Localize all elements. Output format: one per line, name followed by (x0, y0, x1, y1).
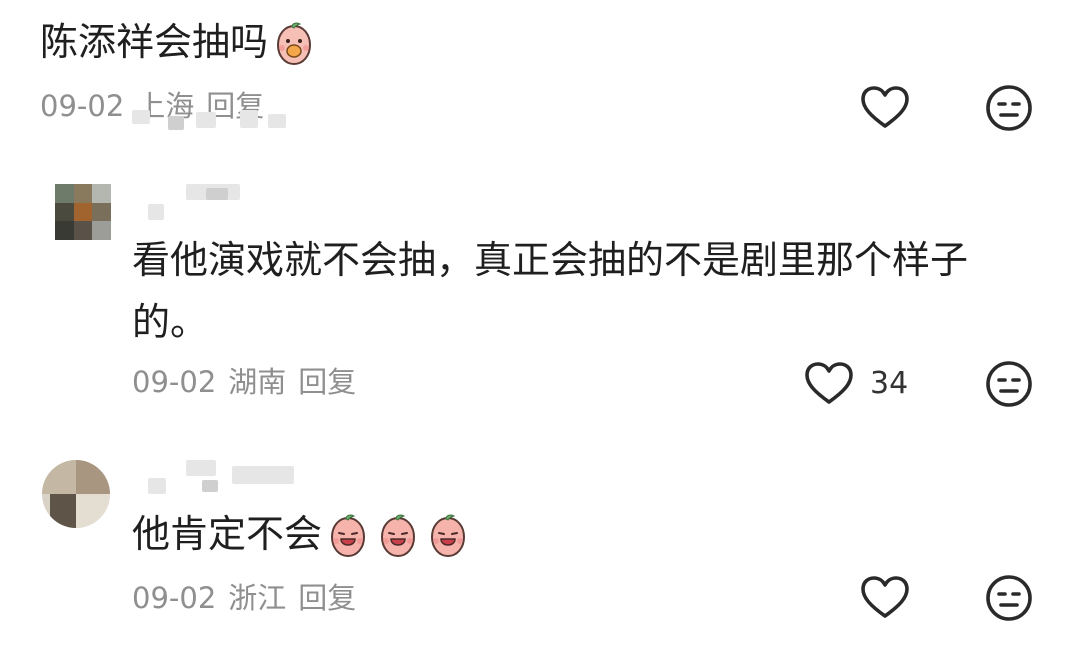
heart-outline-icon[interactable] (857, 80, 913, 136)
comment-1: 陈添祥会抽吗 09-02 上海 回复 (0, 0, 1080, 150)
redacted-username (148, 478, 166, 494)
avatar[interactable] (42, 460, 110, 528)
avatar[interactable] (55, 184, 111, 240)
comment-text-continued: 的。 (132, 300, 209, 344)
comment-text: 陈添祥会抽吗 (40, 20, 269, 64)
comment-2: 看他演戏就不会抽，真正会抽的不是剧里那个样子 的。 09-02 湖南 回复 34 (0, 170, 1080, 420)
comment-date: 09-02 (132, 365, 217, 399)
reply-button[interactable]: 回复 (298, 581, 356, 615)
redacted-block (268, 114, 286, 128)
redacted-username (206, 188, 228, 200)
heart-outline-icon[interactable] (857, 570, 913, 626)
redacted-block (132, 110, 150, 124)
redacted-block (196, 112, 216, 128)
reply-button[interactable]: 回复 (298, 365, 356, 399)
redacted-username (202, 480, 218, 492)
peach-crying-emoji (374, 513, 422, 561)
like-count: 34 (870, 366, 909, 401)
meh-face-icon[interactable] (981, 356, 1037, 412)
meh-face-icon[interactable] (981, 570, 1037, 626)
heart-outline-icon[interactable] (801, 356, 857, 412)
comment-date: 09-02 (132, 581, 217, 615)
redacted-username (186, 460, 216, 476)
meh-face-icon[interactable] (981, 80, 1037, 136)
redacted-block (240, 110, 258, 128)
comment-3-text-row: 他肯定不会 (132, 508, 472, 561)
peach-eating-emoji (270, 21, 318, 69)
comment-2-meta: 09-02 湖南 回复 (132, 364, 368, 400)
comment-3: 他肯定不会 09-02 浙江 回复 (0, 440, 1080, 655)
comment-date: 09-02 (40, 89, 125, 123)
comment-3-meta: 09-02 浙江 回复 (132, 580, 368, 616)
comment-1-text-row: 陈添祥会抽吗 (40, 16, 318, 69)
peach-crying-emoji (324, 513, 372, 561)
comment-text: 他肯定不会 (132, 512, 323, 556)
comment-location: 湖南 (228, 365, 287, 399)
peach-crying-emoji (424, 513, 472, 561)
redacted-block (168, 116, 184, 130)
comment-location: 浙江 (228, 581, 287, 615)
redacted-username (232, 466, 294, 484)
comment-text: 看他演戏就不会抽，真正会抽的不是剧里那个样子 (132, 238, 969, 282)
redacted-username (148, 204, 164, 220)
